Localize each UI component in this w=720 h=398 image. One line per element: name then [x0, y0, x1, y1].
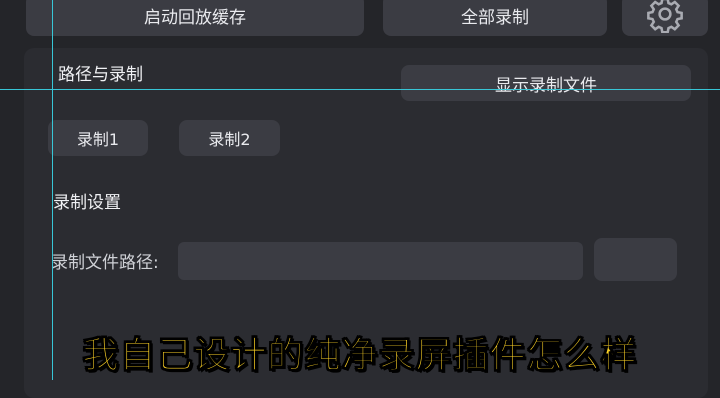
record-all-button[interactable]: 全部录制: [383, 0, 607, 36]
tab-recording-1-label: 录制1: [76, 130, 120, 149]
show-recording-files-button[interactable]: 显示录制文件: [401, 65, 691, 101]
browse-button[interactable]: [594, 238, 677, 281]
path-section-title: 路径与录制: [58, 65, 143, 85]
start-replay-buffer-button[interactable]: 启动回放缓存: [26, 0, 364, 36]
file-path-label: 录制文件路径:: [51, 253, 159, 273]
start-replay-buffer-label: 启动回放缓存: [144, 7, 246, 28]
tab-recording-1[interactable]: 录制1: [48, 120, 148, 156]
gear-icon: [647, 0, 683, 33]
show-recording-files-label: 显示录制文件: [495, 75, 597, 96]
tab-recording-2[interactable]: 录制2: [179, 120, 280, 156]
video-caption: 我自己设计的纯净录屏插件怎么样: [82, 335, 638, 377]
file-path-input[interactable]: [178, 242, 583, 280]
horizontal-guide-line: [0, 89, 720, 90]
tab-recording-2-label: 录制2: [208, 130, 251, 149]
record-settings-title: 录制设置: [53, 193, 121, 213]
settings-button[interactable]: [622, 0, 708, 36]
vertical-guide-line: [52, 0, 53, 380]
record-all-label: 全部录制: [461, 7, 529, 28]
